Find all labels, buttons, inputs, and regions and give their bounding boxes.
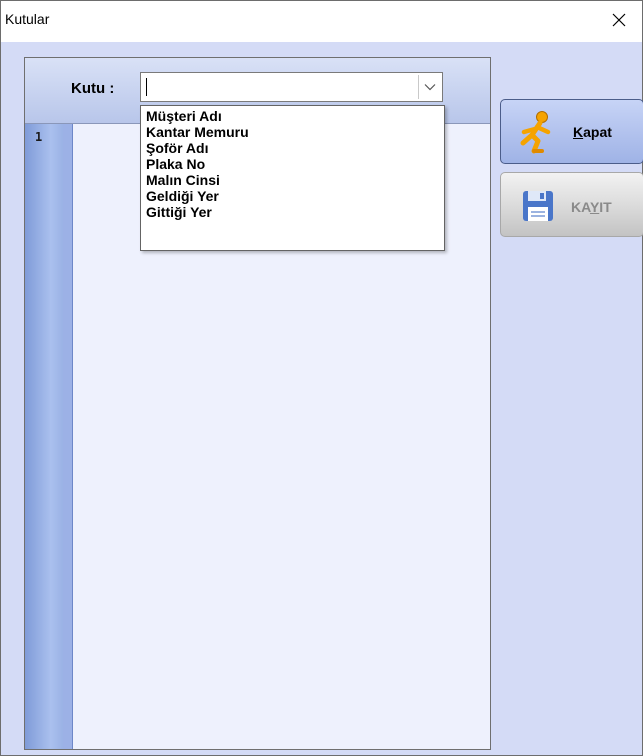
- kapat-label-rest: apat: [583, 124, 612, 140]
- kapat-accelerator: K: [573, 124, 584, 140]
- kayit-label-rest: IT: [599, 199, 612, 215]
- chevron-down-icon: [424, 84, 435, 91]
- running-person-icon: [520, 111, 551, 154]
- kayit-label: KAYIT: [571, 199, 612, 215]
- line-gutter: 1: [25, 124, 73, 749]
- kutu-label: Kutu :: [71, 80, 115, 97]
- gutter-separator: [63, 124, 73, 749]
- kayit-button[interactable]: KAYIT: [500, 172, 643, 237]
- window: Kutular Kutu : 1 Kapat KAYIT Müşteri Adı…: [0, 0, 643, 756]
- dropdown-item-kantar-memuru[interactable]: Kantar Memuru: [146, 124, 249, 140]
- dropdown-item-sofor-adi[interactable]: Şoför Adı: [146, 140, 208, 156]
- kayit-accelerator: Y: [589, 199, 600, 215]
- line-number: 1: [35, 130, 43, 144]
- kutu-combobox[interactable]: [140, 72, 443, 102]
- kutu-dropdown-list: Müşteri Adı Kantar Memuru Şoför Adı Plak…: [140, 105, 445, 251]
- kapat-label: Kapat: [573, 124, 612, 140]
- window-title: Kutular: [5, 11, 50, 27]
- text-caret: [146, 78, 147, 96]
- kapat-button[interactable]: Kapat: [500, 99, 643, 164]
- close-button[interactable]: [596, 1, 642, 39]
- dropdown-item-malin-cinsi[interactable]: Malın Cinsi: [146, 172, 220, 188]
- dropdown-item-gittigi-yer[interactable]: Gittiği Yer: [146, 204, 212, 220]
- dropdown-item-musteri-adi[interactable]: Müşteri Adı: [146, 108, 222, 124]
- title-bar: Kutular: [1, 1, 642, 39]
- kayit-label-start: KA: [571, 199, 590, 215]
- dropdown-item-plaka-no[interactable]: Plaka No: [146, 156, 205, 172]
- dropdown-item-geldigi-yer[interactable]: Geldiği Yer: [146, 188, 219, 204]
- combo-dropdown-button[interactable]: [418, 75, 440, 99]
- floppy-disk-icon: [523, 191, 553, 221]
- close-icon: [612, 13, 626, 27]
